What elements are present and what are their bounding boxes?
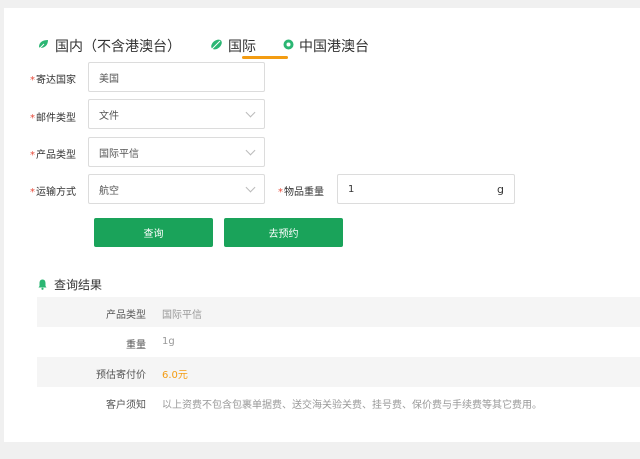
result-title: 查询结果 (38, 276, 102, 293)
table-row: 预估寄付价 6.0元 (37, 357, 640, 387)
weight-unit: g (497, 182, 504, 196)
mail-type-label: *邮件类型 (30, 113, 76, 124)
tab-international[interactable]: 国际 (210, 34, 256, 58)
tab-international-label: 国际 (228, 39, 256, 55)
tab-hk-macao-taiwan-label: 中国港澳台 (299, 39, 369, 55)
row-key: 预估寄付价 (96, 370, 146, 381)
leaf-icon (38, 38, 50, 54)
chevron-down-icon (245, 107, 256, 118)
row-value: 1g (162, 336, 175, 347)
product-type-label: *产品类型 (30, 150, 76, 161)
chevron-down-icon (245, 182, 256, 193)
product-type-select[interactable]: 国际平信 (88, 137, 265, 167)
tab-hk-macao-taiwan[interactable]: 中国港澳台 (283, 34, 369, 58)
query-button[interactable]: 查询 (94, 218, 213, 247)
bell-icon (38, 279, 47, 290)
leaf-icon (210, 38, 223, 55)
active-tab-indicator (242, 56, 288, 59)
chevron-down-icon (245, 145, 256, 156)
result-table: 产品类型 国际平信 重量 1g 预估寄付价 6.0元 客户须知 以上资费不包含包… (37, 297, 640, 417)
row-key: 客户须知 (106, 400, 146, 411)
table-row: 重量 1g (37, 327, 640, 357)
table-row: 产品类型 国际平信 (37, 297, 640, 327)
tab-domestic-label: 国内（不含港澳台） (55, 39, 181, 55)
destination-label: *寄达国家 (30, 75, 76, 86)
destination-input[interactable]: 美国 (88, 62, 265, 92)
dot-icon (283, 38, 294, 54)
row-value: 国际平信 (162, 310, 202, 321)
weight-label: *物品重量 (278, 187, 324, 198)
weight-input[interactable]: 1g (337, 174, 515, 204)
tab-domestic[interactable]: 国内（不含港澳台） (38, 34, 181, 58)
price-value: 6.0元 (162, 370, 188, 381)
row-key: 重量 (126, 340, 146, 351)
row-key: 产品类型 (106, 310, 146, 321)
mail-type-select[interactable]: 文件 (88, 99, 265, 129)
transport-select[interactable]: 航空 (88, 174, 265, 204)
book-button[interactable]: 去预约 (224, 218, 343, 247)
row-value: 以上资费不包含包裹单据费、送交海关验关费、挂号费、保价费与手续费等其它费用。 (162, 400, 542, 411)
transport-label: *运输方式 (30, 187, 76, 198)
table-row: 客户须知 以上资费不包含包裹单据费、送交海关验关费、挂号费、保价费与手续费等其它… (37, 387, 640, 417)
